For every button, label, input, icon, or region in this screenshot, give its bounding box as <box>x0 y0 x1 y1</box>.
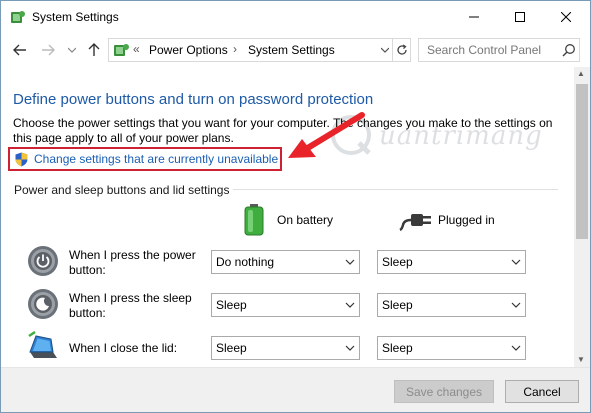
search-box[interactable] <box>418 38 580 62</box>
scroll-up-icon[interactable]: ▲ <box>577 69 585 78</box>
change-settings-link-highlight[interactable]: Change settings that are currently unava… <box>8 147 282 171</box>
laptop-lid-icon <box>28 330 57 358</box>
arrow-left-icon <box>13 44 26 56</box>
address-dropdown-button[interactable] <box>378 39 392 61</box>
maximize-icon <box>515 12 525 22</box>
refresh-icon <box>396 44 407 55</box>
column-header-battery: On battery <box>277 213 334 227</box>
select-value: Sleep <box>382 298 413 312</box>
power-button-plugged-select[interactable]: Sleep <box>377 250 526 274</box>
minimize-icon <box>469 16 479 18</box>
section-divider <box>233 189 558 190</box>
select-value: Sleep <box>382 255 413 269</box>
cancel-button[interactable]: Cancel <box>505 380 579 403</box>
refresh-button[interactable] <box>392 39 410 61</box>
recent-locations-button[interactable] <box>63 41 81 59</box>
chevron-down-icon <box>511 345 521 351</box>
control-panel-icon <box>11 11 25 23</box>
chevron-down-icon <box>345 345 355 351</box>
close-button[interactable] <box>543 1 589 33</box>
window-title: System Settings <box>32 10 119 24</box>
search-input[interactable] <box>419 39 559 61</box>
forward-button[interactable] <box>39 41 57 59</box>
back-button[interactable] <box>11 41 29 59</box>
control-panel-icon <box>114 44 129 56</box>
address-bar[interactable]: « Power Options › System Settings <box>108 38 411 62</box>
breadcrumb-system-settings[interactable]: System Settings <box>248 43 335 57</box>
red-pointer-arrow-icon <box>288 112 365 158</box>
sleep-button-plugged-select[interactable]: Sleep <box>377 293 526 317</box>
power-button-battery-select[interactable]: Do nothing <box>211 250 360 274</box>
maximize-button[interactable] <box>497 1 543 33</box>
scroll-down-icon[interactable]: ▼ <box>577 355 585 364</box>
row-label-sleep-button: When I press the sleep button: <box>69 291 192 320</box>
system-settings-window: System Settings « Power Options › System… <box>0 0 591 413</box>
section-title: Power and sleep buttons and lid settings <box>14 183 230 197</box>
breadcrumb-separator[interactable]: › <box>233 42 237 56</box>
power-plug-icon <box>399 214 431 231</box>
chevron-down-icon <box>345 302 355 308</box>
row-label-power-button: When I press the power button: <box>69 248 196 277</box>
chevron-down-icon <box>345 259 355 265</box>
footer-bar: Save changes Cancel <box>1 367 590 412</box>
navigation-bar: « Power Options › System Settings <box>1 33 590 67</box>
row-label-close-lid: When I close the lid: <box>69 341 178 355</box>
chevron-down-icon <box>381 47 389 53</box>
vertical-scrollbar[interactable]: ▲ ▼ <box>574 67 590 367</box>
column-header-plugged-in: Plugged in <box>438 213 495 227</box>
chevron-down-icon <box>511 259 521 265</box>
main-content: uantrimang Define power buttons and turn… <box>1 67 574 367</box>
minimize-button[interactable] <box>451 1 497 33</box>
breadcrumb-power-options[interactable]: Power Options <box>149 43 228 57</box>
scrollbar-thumb[interactable] <box>576 84 588 239</box>
select-value: Sleep <box>382 341 413 355</box>
chevron-down-icon <box>511 302 521 308</box>
close-lid-plugged-select[interactable]: Sleep <box>377 336 526 360</box>
page-title: Define power buttons and turn on passwor… <box>13 91 374 108</box>
select-value: Sleep <box>216 341 247 355</box>
search-icon[interactable] <box>562 43 576 57</box>
title-bar: System Settings <box>1 1 590 33</box>
arrow-right-icon <box>42 44 55 56</box>
power-button-icon <box>28 246 58 276</box>
breadcrumb-overflow[interactable]: « <box>133 42 140 56</box>
select-value: Do nothing <box>216 255 275 269</box>
battery-icon <box>244 204 264 236</box>
close-icon <box>561 12 571 22</box>
close-lid-battery-select[interactable]: Sleep <box>211 336 360 360</box>
chevron-down-icon <box>68 47 76 53</box>
up-button[interactable] <box>85 41 103 59</box>
sleep-button-battery-select[interactable]: Sleep <box>211 293 360 317</box>
sleep-button-icon <box>28 289 58 319</box>
select-value: Sleep <box>216 298 247 312</box>
change-settings-link[interactable]: Change settings that are currently unava… <box>34 152 278 166</box>
uac-shield-icon <box>15 152 28 167</box>
arrow-up-icon <box>88 43 100 56</box>
save-changes-button[interactable]: Save changes <box>394 380 494 403</box>
